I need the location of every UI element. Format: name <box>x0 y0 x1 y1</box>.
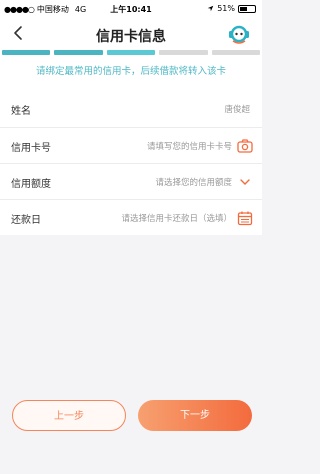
card-number-input[interactable]: 请填写您的信用卡卡号 <box>147 140 232 152</box>
card-number-row[interactable]: 信用卡号 请填写您的信用卡卡号 <box>0 127 262 163</box>
next-step-button[interactable]: 下一步 <box>138 400 252 431</box>
status-right: 51% <box>207 4 256 13</box>
page-title: 信用卡信息 <box>96 29 166 45</box>
battery-percent: 51% <box>217 4 235 13</box>
name-label: 姓名 <box>11 106 31 117</box>
calendar-icon[interactable] <box>237 210 253 226</box>
due-date-select[interactable]: 请选择信用卡还款日（选填） <box>121 212 232 224</box>
credit-limit-label: 信用额度 <box>11 179 51 190</box>
step-progress <box>0 50 262 57</box>
name-value: 唐俊超 <box>224 105 250 115</box>
customer-service-icon[interactable] <box>226 21 252 47</box>
bind-tip: 请绑定最常用的信用卡，后续借款将转入该卡 <box>0 57 262 87</box>
progress-segment <box>159 50 208 55</box>
progress-segment <box>2 50 51 55</box>
location-arrow-icon <box>207 5 214 12</box>
card-number-label: 信用卡号 <box>11 143 51 154</box>
progress-segment <box>211 50 261 55</box>
due-date-label: 还款日 <box>11 215 41 226</box>
progress-segment <box>106 50 156 55</box>
battery-fill <box>240 6 248 11</box>
progress-segment <box>54 50 103 55</box>
due-date-row[interactable]: 还款日 请选择信用卡还款日（选填） <box>0 199 262 235</box>
battery-icon <box>238 4 256 13</box>
name-row: 姓名 唐俊超 <box>0 91 262 127</box>
status-bar: ●●●●○ 中国移动 4G 上午10:41 51% <box>0 0 262 18</box>
credit-card-form: 姓名 唐俊超 信用卡号 请填写您的信用卡卡号 信用额度 请选择您的信用额度 还款… <box>0 87 262 235</box>
credit-limit-row[interactable]: 信用额度 请选择您的信用额度 <box>0 163 262 199</box>
credit-limit-select[interactable]: 请选择您的信用额度 <box>155 176 232 188</box>
nav-bar: 信用卡信息 <box>0 18 262 50</box>
prev-step-button[interactable]: 上一步 <box>12 400 126 431</box>
camera-icon[interactable] <box>237 138 253 154</box>
chevron-down-icon[interactable] <box>237 174 253 190</box>
